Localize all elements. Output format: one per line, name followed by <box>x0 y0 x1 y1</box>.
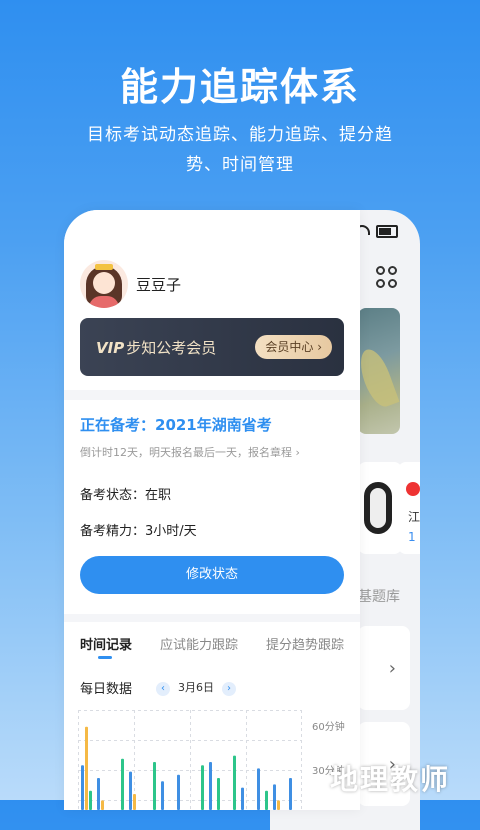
chart-bar <box>209 762 212 810</box>
red-dot-icon <box>406 482 420 496</box>
question-bank-label: 基题库 <box>358 589 400 605</box>
profile-screen: 豆豆子 VIP 步知公考会员 会员中心 › 正在备考：2021年湖南省考 倒计时1… <box>64 210 360 810</box>
chart-bar <box>121 758 124 810</box>
chart-bar <box>81 765 84 810</box>
y-tick-label: 60分钟 <box>312 722 345 733</box>
chart-bar <box>153 762 156 810</box>
vip-label: VIP 步知公考会员 <box>96 339 217 357</box>
tab-score-trend[interactable]: 提分趋势跟踪 <box>266 634 344 653</box>
exam-title[interactable]: 正在备考：2021年湖南省考 <box>80 414 272 435</box>
chart-bar <box>233 755 236 810</box>
watermark-text: 地理教师 <box>330 763 451 796</box>
chart-bar <box>129 771 132 810</box>
daily-chart <box>78 710 302 810</box>
list-item[interactable]: › <box>358 626 410 710</box>
current-date: 3月6日 <box>178 681 214 694</box>
countdown-link[interactable]: 倒计时12天，明天报名最后一天，报名章程 › <box>80 444 300 460</box>
member-center-button[interactable]: 会员中心 › <box>255 335 332 359</box>
profile-section: 豆豆子 VIP 步知公考会员 会员中心 › <box>64 210 360 390</box>
tab-underline <box>98 656 112 659</box>
vip-banner[interactable]: VIP 步知公考会员 会员中心 › <box>80 318 344 376</box>
daily-data-title: 每日数据 <box>80 682 133 697</box>
course-card-2[interactable]: 江 1 <box>398 462 420 554</box>
tab-ability-tracking[interactable]: 应试能力跟踪 <box>160 634 238 653</box>
date-navigator: ‹ 3月6日 › <box>156 679 236 696</box>
modify-status-button[interactable]: 修改状态 <box>80 556 344 594</box>
hero-title: 能力追踪体系 <box>119 65 360 109</box>
battery-icon <box>376 225 398 238</box>
username: 豆豆子 <box>136 276 182 294</box>
status-row: 备考状态：在职 <box>80 488 172 503</box>
chart-bar <box>161 781 164 810</box>
tab-time-record[interactable]: 时间记录 <box>80 634 132 653</box>
chevron-right-icon: › <box>388 658 396 679</box>
avatar[interactable] <box>80 260 128 308</box>
next-date-button[interactable]: › <box>222 682 236 696</box>
chart-bar <box>217 778 220 810</box>
exam-prep-card: 正在备考：2021年湖南省考 倒计时12天，明天报名最后一天，报名章程 › 备考… <box>64 400 360 614</box>
course-card[interactable] <box>358 462 402 554</box>
chart-bar <box>133 794 136 810</box>
chart-bar <box>201 765 204 810</box>
chart-bar <box>273 784 276 810</box>
chart-bar <box>85 726 88 810</box>
chart-bar <box>241 787 244 810</box>
chart-bar <box>265 790 268 810</box>
chart-bar <box>97 778 100 810</box>
chart-bar <box>101 800 104 810</box>
chart-bar <box>177 774 180 810</box>
status-bar <box>354 224 398 238</box>
prev-date-button[interactable]: ‹ <box>156 682 170 696</box>
chart-bar <box>277 800 280 810</box>
apps-grid-icon[interactable] <box>376 266 398 288</box>
hero-subtitle: 目标考试动态追踪、能力追踪、提分趋势、时间管理 <box>87 125 393 175</box>
tracking-section: 时间记录 应试能力跟踪 提分趋势跟踪 每日数据 ‹ 3月6日 › 60分钟 30分钟 <box>64 622 360 810</box>
energy-row: 备考精力：3小时/天 <box>80 524 197 539</box>
banner-image[interactable] <box>358 308 400 434</box>
chart-bar <box>289 778 292 810</box>
chart-bar <box>257 768 260 810</box>
chart-bar <box>89 790 92 810</box>
